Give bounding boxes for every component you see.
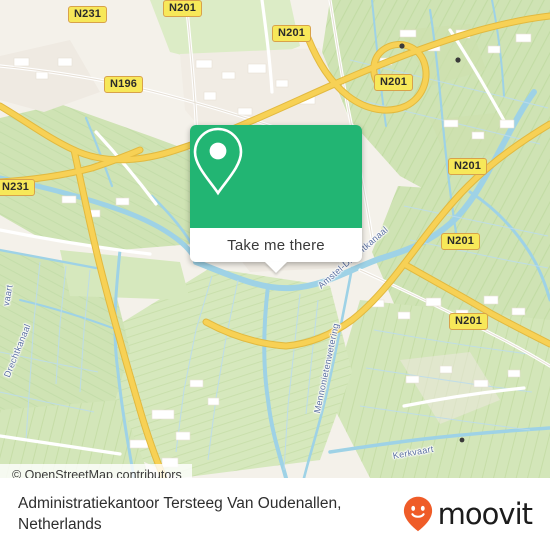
road-shield-n201-1: N201 <box>163 0 203 17</box>
moovit-smiley-pin-icon <box>403 496 432 532</box>
moovit-wordmark: moovit <box>437 496 533 531</box>
place-name: Administratiekantoor Tersteeg Van Oudena… <box>18 495 342 533</box>
road-shield-n201-2: N201 <box>272 25 312 42</box>
popup-pointer-tail <box>265 262 287 273</box>
moovit-brand[interactable]: moovit <box>403 496 533 532</box>
road-shield-n201-7: N201 <box>441 233 481 250</box>
osm-attribution-text: © OpenStreetMap contributors <box>12 468 182 478</box>
popup-action-bar[interactable]: Take me there <box>190 228 362 273</box>
footer-bar: Administratiekantoor Tersteeg Van Oudena… <box>0 478 550 550</box>
popup-header <box>190 125 362 228</box>
osm-attribution[interactable]: © OpenStreetMap contributors <box>0 464 192 478</box>
road-shield-n201-6: N201 <box>448 158 488 175</box>
take-me-there-label: Take me there <box>227 236 325 254</box>
map-pin-icon <box>193 127 243 196</box>
road-shield-n231-0: N231 <box>68 6 108 23</box>
road-shield-n201-8: N201 <box>449 313 489 330</box>
location-popup-card[interactable]: Take me there <box>190 125 362 273</box>
road-shield-n201-3: N201 <box>374 74 414 91</box>
moovit-map-screenshot: N231N201N201N201N196N231N201N201N201 Ams… <box>0 0 550 550</box>
road-shield-n231-5: N231 <box>0 179 36 196</box>
map-canvas[interactable]: N231N201N201N201N196N231N201N201N201 Ams… <box>0 0 550 478</box>
road-shield-n196-4: N196 <box>104 76 144 93</box>
